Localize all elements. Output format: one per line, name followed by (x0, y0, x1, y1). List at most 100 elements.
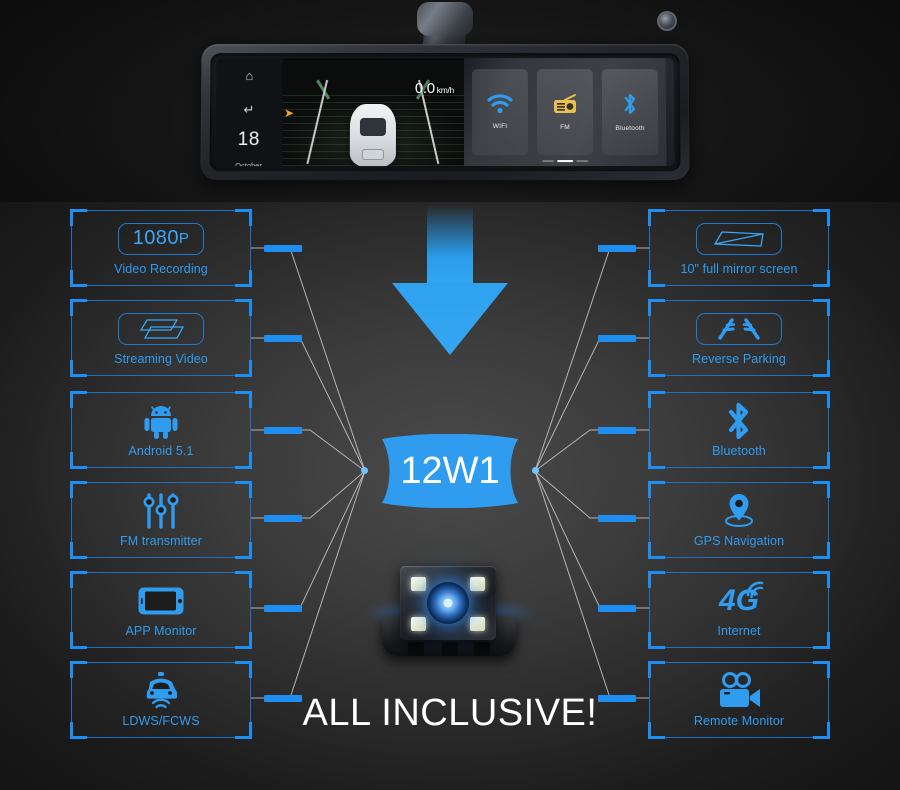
feature-box-gps-navigation[interactable]: GPS Navigation (648, 481, 830, 559)
feature-label: Video Recording (114, 261, 208, 276)
camera-lens (427, 582, 469, 624)
corner-marker (648, 571, 665, 588)
feature-box-bluetooth[interactable]: Bluetooth (648, 391, 830, 469)
sliders-glyph (143, 492, 179, 529)
feature-label: 10" full mirror screen (680, 261, 798, 276)
connector-node-right (532, 467, 539, 474)
corner-marker (70, 481, 87, 498)
mirror-mount-head (417, 2, 677, 36)
connector-stub (598, 245, 636, 252)
page-indicator (542, 159, 589, 163)
feature-label: Streaming Video (114, 351, 208, 366)
corner-marker (813, 452, 830, 469)
corner-marker (70, 360, 87, 377)
connector-stub (598, 515, 636, 522)
map-pin-glyph (725, 493, 753, 527)
android-robot-icon (144, 403, 178, 439)
bluetooth-icon (725, 402, 753, 439)
feature-box-fm-transmitter[interactable]: FM transmitter (70, 481, 252, 559)
feature-label: Reverse Parking (692, 351, 786, 366)
bracket-foot (474, 642, 490, 656)
mirror-screen-glyph (713, 230, 764, 247)
center-product-badge: 12W1 (362, 434, 538, 508)
corner-marker (70, 270, 87, 287)
corner-marker (648, 542, 665, 559)
4g-signal-icon: 4G (719, 581, 764, 619)
bluetooth-icon (624, 93, 636, 115)
corner-marker (813, 270, 830, 287)
app-tile-label: FM (560, 123, 570, 132)
connector-stub (598, 335, 636, 342)
speed-unit: km/h (436, 85, 454, 96)
home-icon[interactable]: ⌂ (245, 68, 253, 83)
corner-marker (70, 452, 87, 469)
mount-ball-joint (657, 11, 677, 31)
rearview-mirror-device: ⌂ ↵ 18 October ➤ 0.0 km/h WIFI FM Blueto… (195, 0, 695, 200)
camera-body (400, 566, 496, 640)
corner-marker (70, 299, 87, 316)
corner-marker (235, 481, 252, 498)
corner-marker (235, 452, 252, 469)
lead-vehicle-graphic (349, 104, 397, 167)
corner-marker (235, 661, 252, 678)
feature-box-android[interactable]: Android 5.1 (70, 391, 252, 469)
back-arrow-icon[interactable]: ↵ (244, 102, 255, 117)
corner-marker (235, 542, 252, 559)
corner-marker (235, 391, 252, 408)
resolution-pill-outline: 1080 P (118, 222, 204, 255)
resolution-value: 1080 (132, 227, 179, 249)
corner-marker (70, 571, 87, 588)
ir-led (470, 617, 485, 631)
corner-marker (648, 209, 665, 226)
corner-marker (648, 452, 665, 469)
app-tile-fm[interactable]: FM (536, 69, 594, 156)
corner-marker (235, 360, 252, 377)
bracket-foot (442, 642, 458, 656)
feature-box-reverse-parking[interactable]: Reverse Parking (648, 299, 830, 377)
app-tile-row: WIFI FM Bluetooth (463, 58, 667, 167)
corner-marker (648, 360, 665, 377)
parking-guideline-icon (696, 311, 782, 347)
sliders-icon (142, 492, 180, 529)
feature-box-full-mirror-screen[interactable]: 10" full mirror screen (648, 209, 830, 287)
corner-marker (813, 571, 830, 588)
feature-label: APP Monitor (125, 623, 197, 638)
app-tile-wifi[interactable]: WIFI (471, 69, 529, 156)
date-month: October (235, 161, 262, 167)
connector-node-left (361, 467, 368, 474)
icon-pill-outline (696, 222, 782, 255)
bracket-foot (408, 642, 424, 656)
corner-marker (70, 391, 87, 408)
corner-marker (813, 661, 830, 678)
feature-label: Internet (717, 623, 761, 638)
resolution-suffix: P (178, 230, 190, 247)
feature-label: GPS Navigation (693, 533, 785, 548)
wifi-icon (487, 94, 513, 114)
corner-marker (235, 270, 252, 287)
page-dot (542, 159, 555, 163)
ir-led (411, 577, 426, 591)
parking-guideline-glyph (718, 317, 760, 340)
connector-stub (264, 605, 302, 612)
mirror-touch-screen[interactable]: ⌂ ↵ 18 October ➤ 0.0 km/h WIFI FM Blueto… (215, 58, 675, 167)
corner-marker (648, 661, 665, 678)
corner-marker (70, 209, 87, 226)
corner-marker (70, 542, 87, 559)
feature-label: Bluetooth (712, 443, 766, 458)
feature-box-video-recording[interactable]: 1080 P Video Recording (70, 209, 252, 287)
corner-marker (813, 542, 830, 559)
speed-readout: 0.0 km/h (415, 80, 454, 97)
connector-stub (264, 515, 302, 522)
corner-marker (648, 391, 665, 408)
corner-marker (70, 661, 87, 678)
speed-value: 0.0 (414, 80, 435, 98)
screen-left-rail: ⌂ ↵ 18 October (215, 58, 283, 167)
app-tile-bluetooth[interactable]: Bluetooth (601, 69, 659, 156)
feature-box-app-monitor[interactable]: APP Monitor (70, 571, 252, 649)
feature-box-streaming-video[interactable]: Streaming Video (70, 299, 252, 377)
arrow-shaft (427, 205, 473, 291)
feature-box-internet[interactable]: 4G Internet (648, 571, 830, 649)
ir-led (411, 617, 426, 631)
radio-icon (554, 94, 577, 113)
feature-label: FM transmitter (120, 533, 202, 548)
